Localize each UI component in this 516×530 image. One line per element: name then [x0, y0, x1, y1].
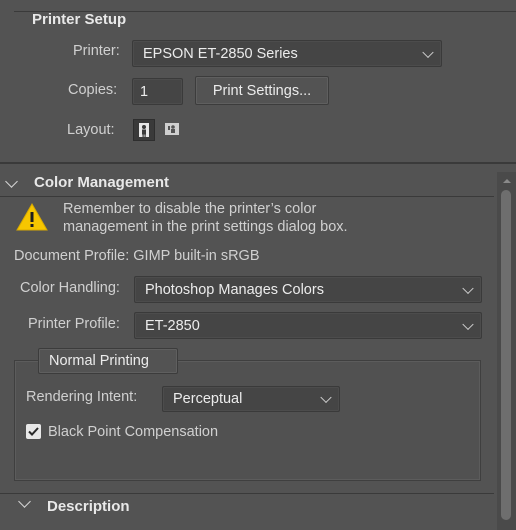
- printer-profile-value: ET-2850: [145, 317, 200, 334]
- cm-header-divider: [0, 196, 494, 197]
- printer-label: Printer:: [73, 43, 120, 59]
- printing-mode-select[interactable]: Normal Printing: [38, 348, 178, 374]
- chevron-down-icon: [462, 282, 474, 294]
- checkmark-icon: [28, 427, 39, 436]
- description-divider: [0, 493, 494, 494]
- color-handling-select[interactable]: Photoshop Manages Colors: [134, 276, 482, 303]
- scrollbar-thumb[interactable]: [501, 190, 511, 520]
- printing-options-group: [14, 360, 481, 481]
- landscape-layout-button[interactable]: [161, 119, 183, 141]
- chevron-down-icon: [320, 391, 332, 404]
- rendering-intent-label: Rendering Intent:: [26, 389, 138, 405]
- warning-icon: [16, 203, 48, 231]
- warning-text: Remember to disable the printer’s color …: [63, 200, 348, 236]
- black-point-checkbox[interactable]: [26, 424, 41, 439]
- description-title: Description: [47, 498, 130, 515]
- rendering-intent-select[interactable]: Perceptual: [162, 386, 340, 412]
- portrait-layout-icon: [139, 123, 149, 137]
- landscape-layout-icon: [165, 123, 179, 135]
- section-separator: [0, 162, 516, 164]
- rendering-intent-value: Perceptual: [173, 391, 243, 407]
- warning-text-line2: management in the print settings dialog …: [63, 219, 348, 235]
- color-handling-value: Photoshop Manages Colors: [145, 281, 324, 298]
- document-profile: Document Profile: GIMP built-in sRGB: [14, 248, 260, 264]
- color-handling-label: Color Handling:: [20, 280, 120, 296]
- black-point-label[interactable]: Black Point Compensation: [48, 424, 218, 440]
- printer-profile-label: Printer Profile:: [28, 316, 120, 332]
- scroll-up-arrow-icon[interactable]: [503, 179, 511, 183]
- printer-select-value: EPSON ET-2850 Series: [143, 45, 298, 62]
- color-management-title: Color Management: [34, 174, 170, 191]
- copies-label: Copies:: [68, 82, 118, 98]
- printer-setup-title: Printer Setup: [32, 11, 127, 28]
- chevron-down-icon: [462, 318, 474, 330]
- printing-mode-value: Normal Printing: [49, 353, 149, 369]
- scrollbar-track[interactable]: [497, 172, 516, 530]
- portrait-layout-button[interactable]: [133, 119, 155, 141]
- collapse-chevron-icon[interactable]: [5, 175, 18, 188]
- chevron-down-icon: [422, 46, 434, 58]
- printer-profile-select[interactable]: ET-2850: [134, 312, 482, 339]
- copies-input[interactable]: 1: [132, 78, 183, 105]
- layout-label: Layout:: [67, 122, 115, 138]
- description-chevron-icon[interactable]: [18, 495, 31, 508]
- print-settings-button[interactable]: Print Settings...: [195, 76, 329, 105]
- copies-input-value: 1: [140, 83, 149, 100]
- warning-text-line1: Remember to disable the printer’s color: [63, 201, 317, 217]
- printer-select[interactable]: EPSON ET-2850 Series: [132, 40, 442, 67]
